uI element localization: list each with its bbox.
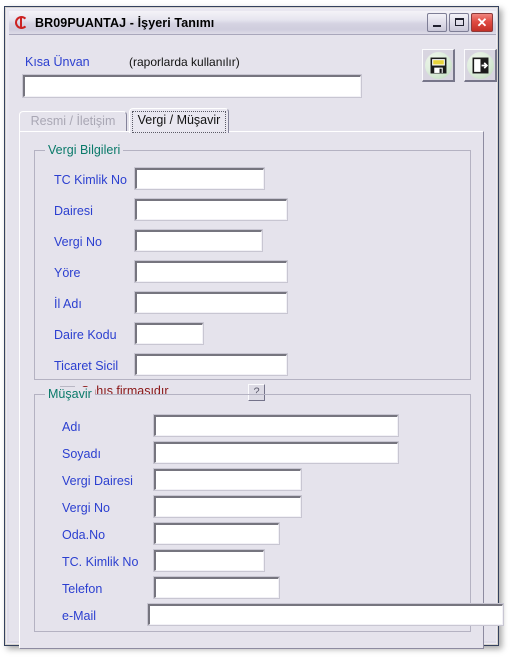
label-daire-kodu: Daire Kodu [54,328,117,342]
label-yore: Yöre [54,266,81,280]
input-musavir-vergi-dairesi[interactable] [153,468,302,491]
save-button[interactable] [422,49,455,82]
input-musavir-email[interactable] [147,603,504,626]
input-dairesi[interactable] [134,198,288,221]
short-title-hint: (raporlarda kullanılır) [129,55,240,69]
close-button[interactable]: ✕ [471,13,493,32]
input-musavir-oda-no[interactable] [153,522,280,545]
label-musavir-email: e-Mail [62,609,97,623]
label-musavir-vergi-no: Vergi No [62,501,110,515]
short-title-label: Kısa Ünvan [25,55,90,69]
title-bar[interactable]: BR09PUANTAJ - İşyeri Tanımı ✕ [9,11,496,35]
window-title: BR09PUANTAJ - İşyeri Tanımı [35,15,215,30]
input-vergi-no[interactable] [134,229,263,252]
input-musavir-adi[interactable] [153,414,399,437]
input-musavir-tc-kimlik-no[interactable] [153,549,265,572]
tab-panel-vergi-musavir: Vergi Bilgileri TC Kimlik No Dairesi Ver… [19,131,504,649]
tab-resmi-iletisim-label: Resmi / İletişim [30,114,116,128]
app-logo-icon [14,15,30,31]
window-controls: ✕ [427,13,493,32]
input-tc-kimlik-no[interactable] [134,167,265,190]
input-daire-kodu[interactable] [134,322,204,345]
label-vergi-no: Vergi No [54,235,102,249]
input-yore[interactable] [134,260,288,283]
group-musavir-title: Müşavir [45,387,95,401]
tab-vergi-musavir-label: Vergi / Müşavir [137,113,221,127]
minimize-button[interactable] [427,13,447,32]
save-disk-icon [430,57,447,74]
label-ticaret-sicil: Ticaret Sicil [54,359,119,373]
input-musavir-soyadi[interactable] [153,441,399,464]
label-dairesi: Dairesi [54,204,93,218]
application-screen: BR09PUANTAJ - İşyeri Tanımı ✕ Kısa Ünvan [0,0,515,661]
tab-resmi-iletisim[interactable]: Resmi / İletişim [19,111,127,132]
input-ticaret-sicil[interactable] [134,353,288,376]
maximize-icon [455,18,464,26]
label-musavir-vergi-dairesi: Vergi Dairesi [62,474,133,488]
group-vergi-bilgileri: Vergi Bilgileri TC Kimlik No Dairesi Ver… [34,143,471,401]
window-inner-frame: BR09PUANTAJ - İşyeri Tanımı ✕ Kısa Ünvan [6,8,504,649]
tab-vergi-musavir[interactable]: Vergi / Müşavir [129,108,229,133]
input-il-adi[interactable] [134,291,288,314]
client-area: Kısa Ünvan (raporlarda kullanılır) Resmi… [9,35,504,649]
group-musavir: Müşavir Adı Soyadı Vergi Dairesi Vergi N… [34,387,504,632]
label-musavir-telefon: Telefon [62,582,103,596]
label-il-adi: İl Adı [54,297,82,311]
group-vergi-bilgileri-title: Vergi Bilgileri [45,143,124,157]
maximize-button[interactable] [449,13,469,32]
input-musavir-telefon[interactable] [153,576,280,599]
label-musavir-oda-no: Oda.No [62,528,106,542]
minimize-icon [433,25,441,27]
close-icon: ✕ [476,15,488,30]
short-title-input[interactable] [22,74,362,98]
input-musavir-vergi-no[interactable] [153,495,302,518]
label-musavir-tc-kimlik-no: TC. Kimlik No [62,555,139,569]
label-musavir-soyadi: Soyadı [62,447,101,461]
window-frame: BR09PUANTAJ - İşyeri Tanımı ✕ Kısa Ünvan [4,6,504,649]
exit-door-icon [472,57,489,74]
tab-strip: Resmi / İletişim Vergi / Müşavir [19,108,484,133]
label-tc-kimlik-no: TC Kimlik No [54,173,127,187]
exit-button[interactable] [464,49,497,82]
label-musavir-adi: Adı [62,420,81,434]
